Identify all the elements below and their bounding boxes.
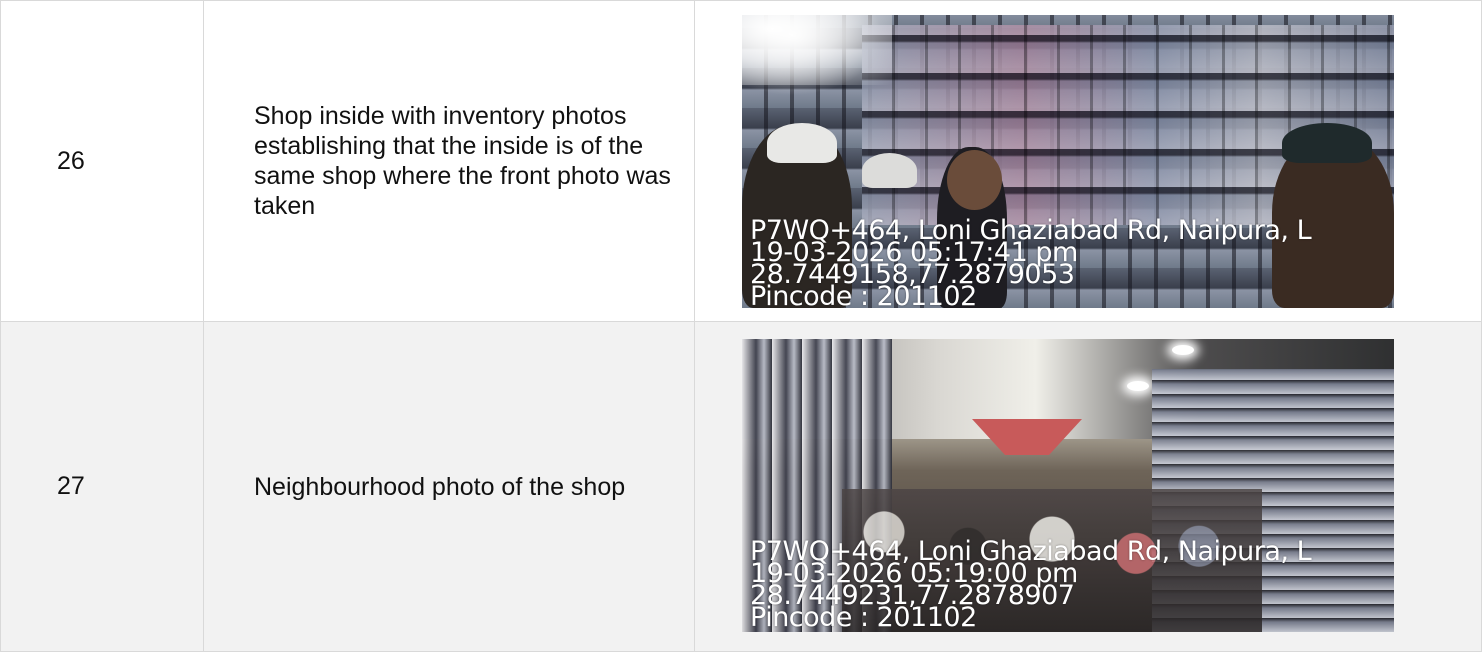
geo-stamp: P7WQ+464, Loni Ghaziabad Rd, Naipura, L … — [750, 217, 1312, 308]
table-row: 27 Neighbourhood photo of the shop P7WQ+… — [0, 321, 1482, 652]
geo-stamp: P7WQ+464, Loni Ghaziabad Rd, Naipura, L … — [750, 538, 1312, 631]
photo-cell: P7WQ+464, Loni Ghaziabad Rd, Naipura, L … — [694, 0, 1482, 322]
row-description: Neighbourhood photo of the shop — [203, 321, 695, 652]
neighbourhood-photo: P7WQ+464, Loni Ghaziabad Rd, Naipura, L … — [742, 339, 1394, 632]
row-number: 26 — [0, 0, 204, 322]
table-row: 26 Shop inside with inventory photos est… — [0, 0, 1482, 322]
shop-inside-photo: P7WQ+464, Loni Ghaziabad Rd, Naipura, L … — [742, 14, 1394, 308]
evidence-table: 26 Shop inside with inventory photos est… — [0, 0, 1482, 652]
photo-cell: P7WQ+464, Loni Ghaziabad Rd, Naipura, L … — [694, 321, 1482, 652]
row-number: 27 — [0, 321, 204, 652]
row-description: Shop inside with inventory photos establ… — [203, 0, 695, 322]
